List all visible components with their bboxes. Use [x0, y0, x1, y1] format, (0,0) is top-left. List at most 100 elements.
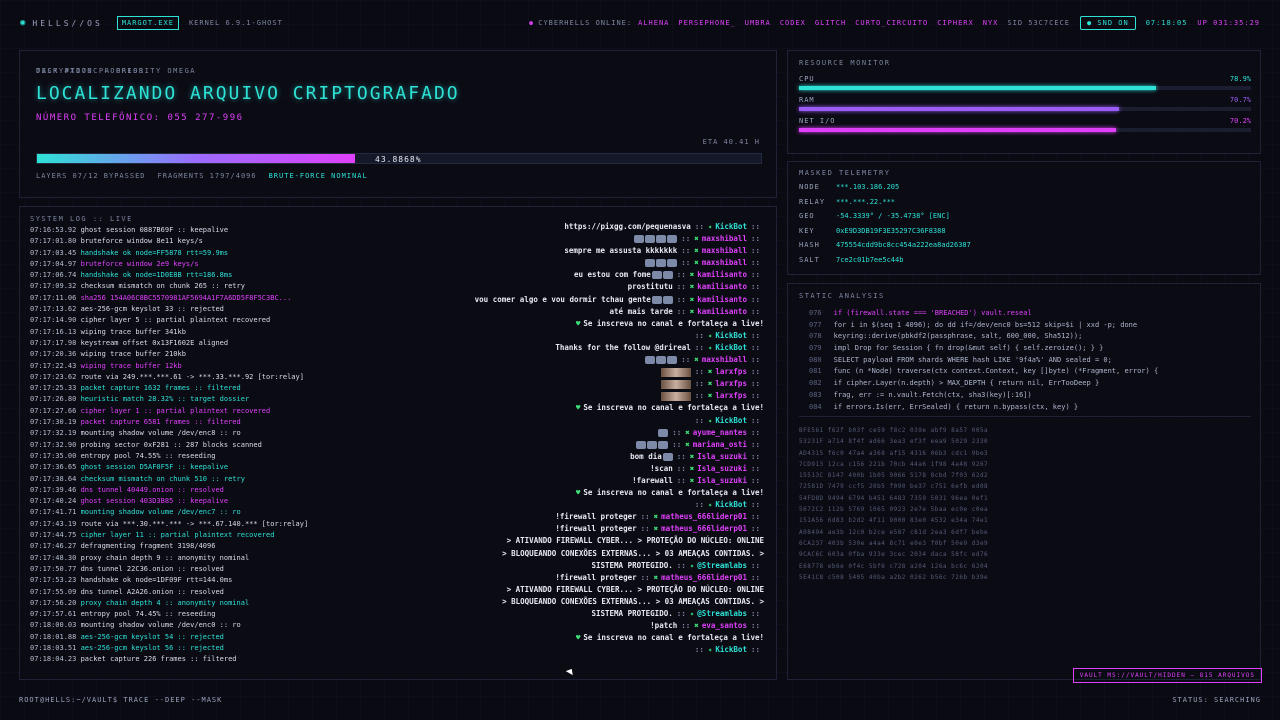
sound-toggle[interactable]: ● SND ON [1079, 16, 1136, 30]
log-message: packet capture 226 frames :: filtered [80, 655, 237, 664]
online-user[interactable]: CURTO_CIRCUITO [855, 19, 928, 27]
chat-username[interactable]: @Streamlabs [697, 609, 747, 618]
uptime: UP 031:35:29 [1197, 19, 1260, 27]
chat-message: > BLOQUEANDO CONEXÕES EXTERNAS... > 03 A… [304, 548, 764, 560]
chat-username[interactable]: matheus_666liderp01 [661, 573, 747, 582]
separator: :: [750, 379, 760, 389]
chat-username[interactable]: larxfps [715, 367, 747, 376]
chat-message: :: ✖ larxfps:: [304, 366, 764, 378]
log-timestamp: 07:17:04.97 [30, 259, 77, 268]
separator: :: [694, 379, 704, 389]
chat-username[interactable]: mariana_osti [693, 440, 747, 449]
log-line: 07:18:01.88 aes-256-gcm keyslot 54 :: re… [30, 632, 330, 643]
badge-icon: ✦ [707, 330, 713, 340]
log-line: 07:17:32.90 probing sector 0xF281 :: 287… [30, 440, 330, 451]
log-timestamp: 07:18:03.51 [30, 643, 77, 652]
decryption-progress-bar: 43.8868% [36, 153, 762, 164]
telemetry-value: -54.3339° / -35.4738° [ENC] [836, 212, 950, 221]
chat-message: :: ✖ maxshiball:: [304, 354, 764, 366]
system-log-lines[interactable]: 07:16:53.92 ghost session 0887B69F :: ke… [30, 225, 330, 679]
chat-message: https://pixgg.com/pequenasva:: ✦ KickBot:: [304, 221, 764, 233]
chat-username[interactable]: matheus_666liderp01 [661, 524, 747, 533]
emote-icon [667, 259, 678, 268]
separator: :: [676, 475, 686, 485]
chat-username[interactable]: KickBot [715, 500, 747, 509]
separator: :: [694, 415, 704, 425]
chat-username[interactable]: @Streamlabs [697, 561, 747, 570]
chat-message: !firewall proteger:: ✖ matheus_666liderp01… [304, 523, 764, 535]
separator: :: [750, 609, 760, 618]
chat-text: > BLOQUEANDO CONEXÕES EXTERNAS... > 03 A… [502, 596, 764, 606]
chat-message: !firewall proteger:: ✖ matheus_666liderp01… [304, 511, 764, 523]
log-line: 07:16:53.92 ghost session 0887B69F :: ke… [30, 225, 330, 236]
separator: :: [681, 234, 691, 244]
chat-username[interactable]: Isla_suzuki [697, 476, 747, 485]
code-text: impl Drop for Session { fn drop(&mut sel… [833, 344, 1104, 353]
chat-username[interactable]: kamilisanto [697, 270, 747, 279]
chat-username[interactable]: Isla_suzuki [697, 452, 747, 461]
hex-line: A08494 ae3b 12c0 b2ce e587 c81d 2ea3 6df… [799, 528, 989, 536]
online-user[interactable]: CIPHERX [937, 19, 974, 27]
separator: :: [750, 645, 760, 655]
separator: :: [676, 306, 686, 316]
chat-username[interactable]: KickBot [715, 222, 747, 231]
chat-username[interactable]: Isla_suzuki [697, 464, 747, 473]
log-line: 07:17:40.24 ghost session 403D3B85 :: ke… [30, 496, 330, 507]
status-text: STATUS: SEARCHING [1172, 696, 1261, 704]
chat-message: :: ✖ maxshiball:: [304, 233, 764, 245]
badge-icon: ✦ [707, 342, 713, 352]
chat-username[interactable]: maxshiball [702, 234, 747, 243]
log-line: 07:17:16.13 wiping trace buffer 341kb [30, 327, 330, 338]
log-message: bruteforce window 2e9 keys/s [80, 259, 199, 268]
telemetry-value: 7ce2c01b7ee5c44b [836, 256, 904, 264]
chat-username[interactable]: KickBot [715, 331, 747, 340]
chat-username[interactable]: kamilisanto [697, 295, 747, 304]
badge-icon: ✖ [707, 391, 713, 401]
telemetry-title: MASKED TELEMETRY [799, 169, 891, 177]
chat-username[interactable]: matheus_666liderp01 [661, 512, 747, 521]
code-text: for i in $(seq 1 4096); do dd if=/dev/en… [833, 320, 1138, 329]
chat-username[interactable]: maxshiball [702, 355, 747, 364]
badge-icon: ✖ [689, 282, 695, 292]
log-line: 07:17:30.19 packet capture 6581 frames :… [30, 417, 330, 428]
online-user[interactable]: ALHENA [638, 19, 669, 27]
log-timestamp: 07:17:46.27 [30, 542, 77, 551]
separator: :: [750, 439, 760, 449]
chat-username[interactable]: kamilisanto [697, 307, 747, 316]
chat-username[interactable]: kamilisanto [697, 282, 747, 291]
log-message: defragmenting fragment 3198/4096 [80, 542, 216, 551]
chat-username[interactable]: maxshiball [702, 246, 747, 255]
telemetry-row: KEY 0xE9D3DB19F3E35297C36F8388 [799, 227, 946, 235]
chat-overlay[interactable]: https://pixgg.com/pequenasva:: ✦ KickBot::… [304, 221, 764, 679]
resource-meter: NET I/O 70.2% [799, 117, 1251, 132]
log-message: aes-256-gcm keyslot 54 :: rejected [80, 632, 224, 641]
badge-icon: ✖ [694, 234, 699, 244]
log-line: 07:17:11.06 sha256 154A06C8BC5570981AF56… [30, 293, 330, 304]
resource-monitor-title: RESOURCE MONITOR [799, 59, 891, 67]
phone-number: NÚMERO TELEFÔNICO: 055 277-996 [36, 113, 244, 123]
online-user[interactable]: GLITCH [815, 19, 846, 27]
vault-badge[interactable]: VAULT MS://VAULT/HIDDEN — 815 ARQUIVOS [1072, 668, 1262, 683]
online-user[interactable]: UMBRA [745, 19, 771, 27]
chat-username[interactable]: larxfps [715, 379, 747, 388]
online-user[interactable]: CODEX [780, 19, 806, 27]
separator: :: [750, 427, 760, 437]
chat-message: > BLOQUEANDO CONEXÕES EXTERNAS... > 03 A… [304, 596, 764, 608]
badge-icon: ✖ [707, 379, 713, 389]
chat-username[interactable]: larxfps [715, 391, 747, 400]
online-user[interactable]: PERSEPHONE_ [678, 19, 735, 27]
command-prompt[interactable]: ROOT@HELLS:~/VAULT$ TRACE --DEEP --MASK [19, 696, 222, 704]
process-chip[interactable]: MARGOT.EXE [116, 16, 179, 30]
line-number: 081 [809, 367, 822, 376]
online-user[interactable]: NYX [983, 19, 999, 27]
chat-username[interactable]: maxshiball [702, 258, 747, 267]
log-message: entropy pool 74.55% :: reseeding [80, 451, 216, 460]
chat-username[interactable]: ayume_nantes [693, 428, 747, 437]
chat-username[interactable]: KickBot [715, 416, 747, 425]
chat-username[interactable]: KickBot [715, 343, 747, 352]
chat-username[interactable]: eva_santos [702, 621, 747, 630]
log-line: 07:17:57.61 entropy pool 74.45% :: resee… [30, 609, 330, 620]
telemetry-value: ***.***.22.*** [836, 197, 896, 206]
emote-icon [634, 235, 645, 244]
chat-username[interactable]: KickBot [715, 645, 747, 654]
